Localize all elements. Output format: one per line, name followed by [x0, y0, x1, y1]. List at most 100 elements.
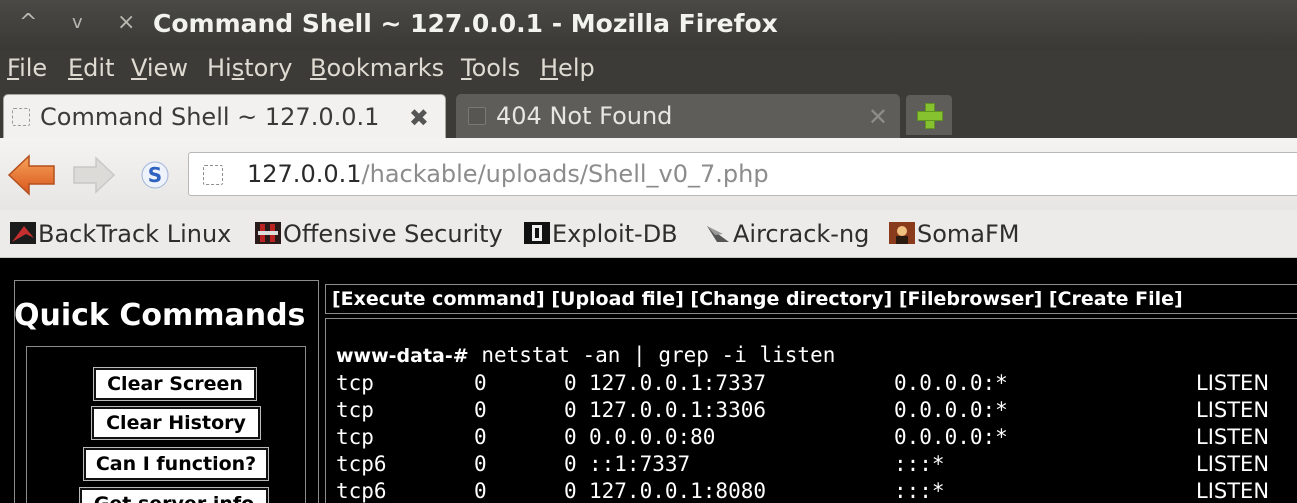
page-icon — [12, 108, 30, 126]
tab-label: Command Shell ~ 127.0.0.1 — [40, 103, 380, 131]
url-bar[interactable]: 127.0.0.1/hackable/uploads/Shell_v0_7.ph… — [188, 152, 1297, 196]
cell-proto: tcp6 — [336, 452, 387, 476]
netstat-row: tcp 0 0 0.0.0.0:80 0.0.0.0:* LISTEN — [326, 425, 1297, 452]
cell-proto: tcp — [336, 398, 374, 422]
cell-state: LISTEN — [1196, 425, 1270, 449]
cell-send-q: 0 — [564, 371, 577, 395]
bookmark-aircrack-ng[interactable]: Aircrack-ng — [705, 219, 869, 249]
menu-file-mnemonic: F — [7, 54, 20, 82]
menu-help-label: elp — [558, 54, 595, 82]
window-close-button[interactable]: × — [117, 8, 135, 38]
cell-local-address: ::1:7337 — [589, 452, 691, 476]
cell-local-address: 127.0.0.1:8080 — [589, 479, 767, 503]
menu-tools-mnemonic: T — [461, 54, 472, 82]
menu-history-prefix: Hi — [207, 54, 232, 82]
quick-commands-title: Quick Commands — [14, 298, 306, 333]
netstat-row: tcp6 0 0 ::1:7337 :::* LISTEN — [326, 452, 1297, 479]
cell-proto: tcp — [336, 371, 374, 395]
get-server-info-button[interactable]: Get server info — [80, 488, 268, 503]
tab-404-not-found[interactable]: 404 Not Found ✕ — [456, 94, 900, 138]
tab-label: 404 Not Found — [496, 102, 673, 130]
netstat-row: tcp 0 0 127.0.0.1:3306 0.0.0.0:* LISTEN — [326, 398, 1297, 425]
navigation-toolbar: S 127.0.0.1/hackable/uploads/Shell_v0_7.… — [0, 138, 1297, 210]
cell-recv-q: 0 — [474, 425, 487, 449]
tab-close-icon[interactable]: ✖ — [409, 104, 429, 132]
somafm-icon — [889, 222, 915, 244]
bookmark-exploit-db[interactable]: Exploit-DB — [524, 219, 678, 249]
netstat-row: tcp 0 0 127.0.0.1:7337 0.0.0.0:* LISTEN — [326, 371, 1297, 398]
page-icon — [468, 107, 486, 125]
forward-arrow-icon[interactable] — [72, 155, 116, 195]
cell-local-address: 127.0.0.1:3306 — [589, 398, 767, 422]
cell-recv-q: 0 — [474, 398, 487, 422]
menu-view[interactable]: View — [131, 54, 188, 82]
cell-recv-q: 0 — [474, 371, 487, 395]
cell-foreign-address: 0.0.0.0:* — [894, 398, 1008, 422]
bookmark-backtrack-linux[interactable]: BackTrack Linux — [10, 219, 231, 249]
cell-send-q: 0 — [564, 398, 577, 422]
bookmark-label: Offensive Security — [283, 220, 503, 248]
s-extension-icon[interactable]: S — [140, 160, 170, 190]
offsec-icon — [255, 222, 281, 244]
menu-help[interactable]: Help — [540, 54, 595, 82]
window-title: Command Shell ~ 127.0.0.1 - Mozilla Fire… — [153, 9, 778, 38]
plus-icon — [917, 103, 943, 129]
site-identity-icon[interactable] — [203, 165, 223, 185]
menu-tools[interactable]: Tools — [461, 54, 520, 82]
bookmarks-toolbar: BackTrack Linux Offensive Security Explo… — [0, 210, 1297, 258]
cell-state: LISTEN — [1196, 371, 1270, 395]
cell-recv-q: 0 — [474, 479, 487, 503]
cell-send-q: 0 — [564, 479, 577, 503]
menu-history[interactable]: History — [207, 54, 292, 82]
menu-file[interactable]: File — [7, 54, 47, 82]
cell-send-q: 0 — [564, 425, 577, 449]
window-down-button[interactable]: v — [72, 8, 83, 38]
cell-state: LISTEN — [1196, 398, 1270, 422]
url-text: 127.0.0.1/hackable/uploads/Shell_v0_7.ph… — [247, 160, 769, 188]
cell-proto: tcp — [336, 425, 374, 449]
bookmark-somafm[interactable]: SomaFM — [889, 219, 1020, 249]
cell-send-q: 0 — [564, 452, 577, 476]
menu-view-label: iew — [146, 54, 188, 82]
shell-command-links[interactable]: [Execute command] [Upload file] [Change … — [325, 284, 1297, 314]
bookmark-offensive-security[interactable]: Offensive Security — [255, 219, 503, 249]
menu-file-label: ile — [19, 54, 48, 82]
cell-state: LISTEN — [1196, 452, 1270, 476]
cell-state: LISTEN — [1196, 479, 1270, 503]
clear-history-button[interactable]: Clear History — [92, 407, 260, 439]
back-arrow-icon[interactable] — [7, 153, 57, 197]
cell-foreign-address: 0.0.0.0:* — [894, 371, 1008, 395]
menu-history-label: tory — [244, 54, 293, 82]
shell-prompt: www-data-# — [336, 345, 469, 367]
shell-command: netstat -an | grep -i listen — [481, 343, 836, 367]
bookmark-label: BackTrack Linux — [38, 220, 232, 248]
backtrack-icon — [10, 222, 36, 244]
tab-close-icon[interactable]: ✕ — [868, 103, 888, 131]
menu-bookmarks-label: ookmarks — [326, 54, 445, 82]
new-tab-button[interactable] — [906, 95, 952, 135]
menu-edit-label: dit — [83, 54, 115, 82]
cell-foreign-address: :::* — [894, 452, 945, 476]
cell-foreign-address: :::* — [894, 479, 945, 503]
clear-screen-button[interactable]: Clear Screen — [94, 368, 256, 400]
tab-command-shell[interactable]: Command Shell ~ 127.0.0.1 ✖ — [3, 94, 446, 138]
cell-local-address: 0.0.0.0:80 — [589, 425, 716, 449]
bookmark-label: Exploit-DB — [552, 220, 678, 248]
prompt-line: www-data-# netstat -an | grep -i listen — [336, 343, 835, 367]
can-i-function-button[interactable]: Can I function? — [84, 448, 268, 480]
cell-foreign-address: 0.0.0.0:* — [894, 425, 1008, 449]
terminal-output: www-data-# netstat -an | grep -i listen … — [325, 318, 1297, 503]
menu-help-mnemonic: H — [540, 54, 559, 82]
url-path: /hackable/uploads/Shell_v0_7.php — [361, 160, 769, 188]
tab-strip: Command Shell ~ 127.0.0.1 ✖ 404 Not Foun… — [0, 90, 1297, 138]
url-host: 127.0.0.1 — [247, 160, 362, 188]
window-titlebar: ^ v × Command Shell ~ 127.0.0.1 - Mozill… — [0, 0, 1297, 50]
menu-bookmarks-mnemonic: B — [310, 54, 327, 82]
aircrack-icon — [707, 226, 729, 242]
window-up-button[interactable]: ^ — [19, 8, 37, 38]
exploitdb-icon — [524, 222, 550, 244]
menu-view-mnemonic: V — [131, 54, 147, 82]
menu-tools-label: ools — [471, 54, 521, 82]
menu-edit[interactable]: Edit — [68, 54, 114, 82]
menu-bookmarks[interactable]: Bookmarks — [310, 54, 444, 82]
